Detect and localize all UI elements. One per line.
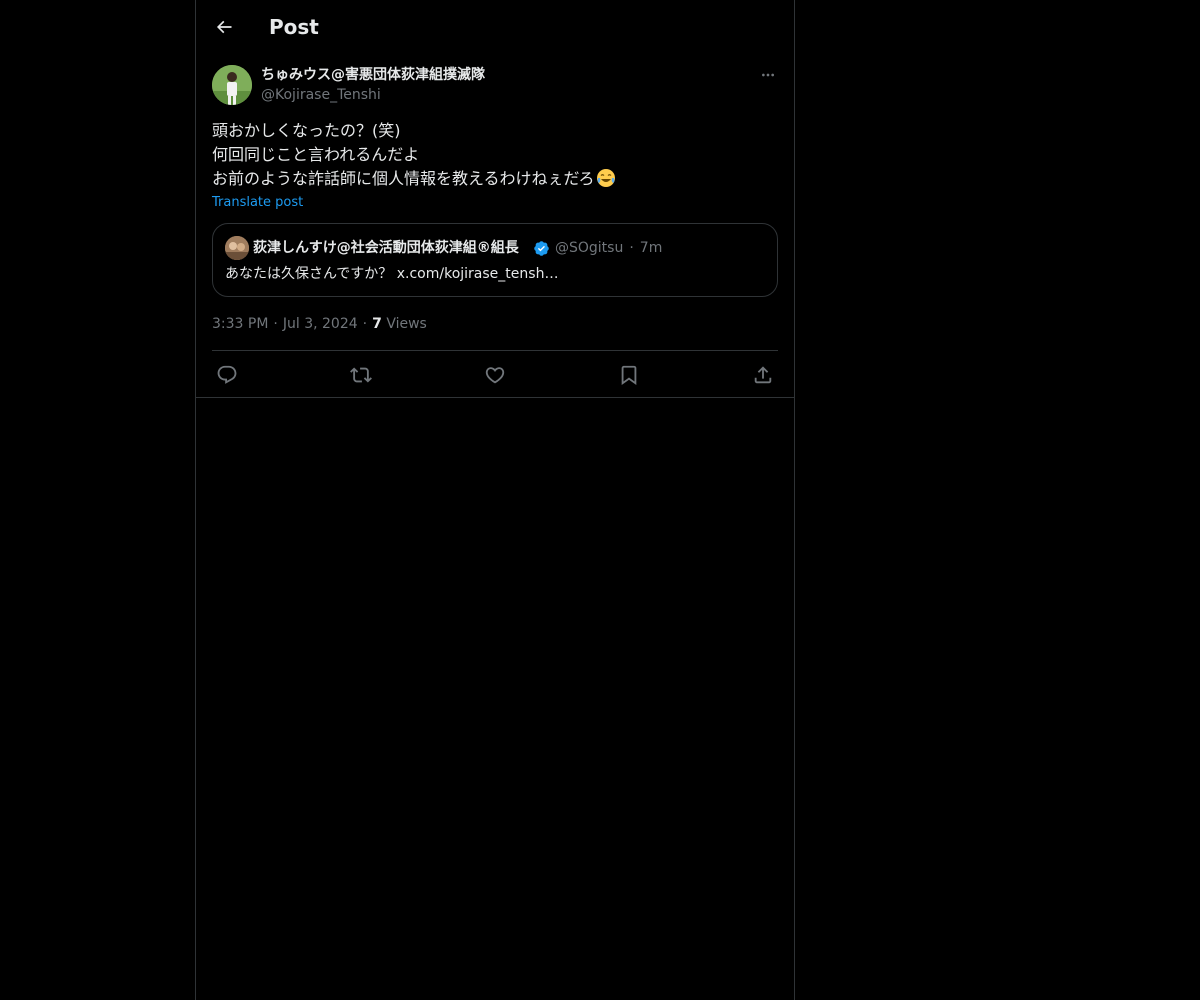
post-text-line: お前のような詐話師に個人情報を教えるわけねぇだろ [212, 169, 595, 188]
quoted-avatar-image [225, 236, 249, 260]
more-options-button[interactable] [758, 64, 778, 86]
quoted-text: あなたは久保さんですか？ x.com/kojirase_tensh… [225, 266, 559, 282]
primary-column: Post ちゅみウス@害悪団体荻津組撲滅隊 @Kojirase_Tenshi 頭… [195, 0, 795, 1000]
author-handle[interactable]: @Kojirase_Tenshi [261, 85, 381, 105]
action-bar [212, 350, 778, 399]
face-with-tears-of-joy-icon [596, 168, 616, 195]
quoted-avatar[interactable] [225, 236, 249, 260]
bookmark-button[interactable] [615, 361, 643, 389]
post-date[interactable]: Jul 3, 2024 [283, 316, 358, 332]
post-text: 頭おかしくなったの？(笑) 何回同じこと言われるんだよ お前のような詐話師に個人… [212, 119, 778, 195]
reply-icon [217, 365, 237, 384]
share-icon [754, 366, 772, 384]
post-time[interactable]: 3:33 PM [212, 316, 268, 332]
more-icon [762, 73, 774, 77]
avatar[interactable] [212, 65, 252, 105]
translate-post-link[interactable]: Translate post [212, 194, 303, 212]
timestamp-row: 3:33 PM · Jul 3, 2024 · 7 Views [212, 316, 427, 332]
avatar-image [212, 65, 252, 105]
repost-icon [350, 367, 372, 383]
divider [196, 397, 794, 398]
views-label: Views [386, 316, 427, 332]
quoted-time: 7m [639, 240, 663, 256]
page-title: Post [269, 15, 319, 39]
author-display-name[interactable]: ちゅみウス@害悪団体荻津組撲滅隊 [261, 64, 485, 86]
quoted-author-handle: @SOgitsu [555, 240, 624, 256]
post-text-line: 頭おかしくなったの？(笑) [212, 121, 401, 140]
repost-button[interactable] [347, 361, 375, 389]
arrow-left-icon [216, 20, 232, 34]
post-text-line-last: お前のような詐話師に個人情報を教えるわけねぇだろ [212, 167, 778, 195]
quoted-meta: @SOgitsu · 7m [555, 240, 663, 256]
quoted-post[interactable]: 荻津しんすけ@社会活動団体荻津組®組長 @SOgitsu · 7m あなたは久保さん… [212, 223, 778, 297]
like-button[interactable] [481, 361, 509, 389]
share-button[interactable] [749, 361, 777, 389]
verified-badge-icon [534, 241, 549, 256]
back-button[interactable] [208, 11, 240, 43]
post-text-line: 何回同じこと言われるんだよ [212, 145, 420, 164]
quoted-author-name: 荻津しんすけ@社会活動団体荻津組®組長 [253, 240, 519, 256]
views-count: 7 [372, 316, 382, 332]
reply-button[interactable] [213, 361, 241, 389]
header-bar: Post [196, 0, 794, 54]
bookmark-icon [621, 365, 637, 386]
like-icon [485, 367, 505, 384]
